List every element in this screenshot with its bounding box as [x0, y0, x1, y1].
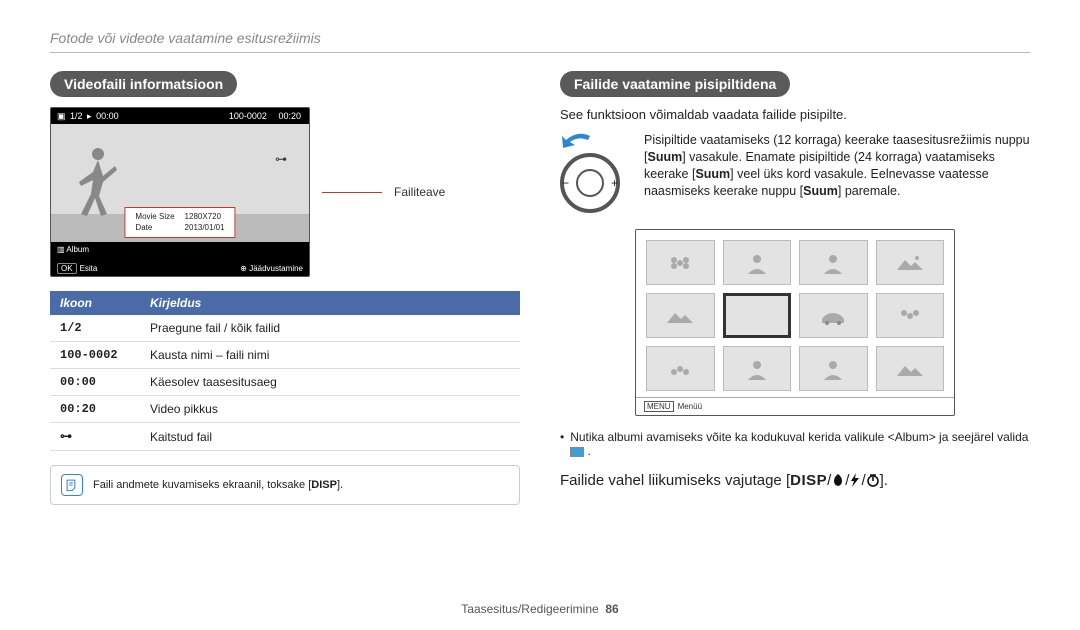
preview-album-label: Album [66, 245, 89, 254]
note-icon [61, 474, 83, 496]
note-box: Faili andmete kuvamiseks ekraanil, toksa… [50, 465, 520, 505]
section-heading-thumbnails: Failide vaatamine pisipiltidena [560, 71, 790, 97]
macro-icon [831, 473, 845, 487]
table-row: 00:20 [50, 396, 140, 423]
landscape-icon [895, 358, 925, 380]
bullet-note: • Nutika albumi avamiseks võite ka koduk… [560, 430, 1030, 458]
menu-button-label: MENU [644, 401, 674, 412]
album-thumbnail-icon [570, 447, 584, 457]
flower-icon [665, 252, 695, 274]
menu-text: Menüü [678, 402, 702, 411]
navigation-instruction: Failide vahel liikumiseks vajutage [DISP… [560, 472, 1030, 489]
thumb-cell [646, 240, 715, 285]
thumb-cell [876, 346, 945, 391]
callout-line [322, 192, 382, 193]
intro-text: See funktsioon võimaldab vaadata failide… [560, 107, 1030, 122]
preview-folderfile: 100-0002 [229, 111, 267, 121]
preview-time-b: 00:20 [278, 111, 301, 121]
video-preview: ▣ 1/2 ▸ 00:00 100-0002 00:20 ⊶ Movie Si [50, 107, 310, 277]
zoom-dial-icon: −+ [560, 153, 620, 213]
preview-capture-label: Jäädvustamine [249, 264, 303, 273]
thumb-cell [646, 293, 715, 338]
person-icon [742, 358, 772, 380]
breadcrumb: Fotode või videote vaatamine esitusrežii… [50, 30, 1030, 46]
preview-ok-button: OK [57, 263, 77, 274]
landscape-icon [665, 305, 695, 327]
table-head-icon: Ikoon [50, 291, 140, 315]
thumb-cell [876, 293, 945, 338]
flower-icon [895, 305, 925, 327]
preview-counter: 1/2 [70, 111, 83, 121]
thumb-cell [799, 240, 868, 285]
landscape-icon [895, 252, 925, 274]
timer-icon [866, 473, 880, 487]
thumb-cell [876, 240, 945, 285]
rotate-left-arrow-icon [560, 132, 595, 152]
person-icon [818, 252, 848, 274]
table-head-desc: Kirjeldus [140, 291, 520, 315]
table-row: 1/2 [50, 315, 140, 342]
thumb-cell [646, 346, 715, 391]
flash-icon [849, 473, 861, 487]
lock-icon: ⊶ [275, 152, 287, 166]
thumb-cell [799, 346, 868, 391]
preview-time-a: 00:00 [96, 111, 119, 121]
note-text: Faili andmete kuvamiseks ekraanil, toksa… [93, 479, 343, 491]
icon-description-table: Ikoon Kirjeldus 1/2Praegune fail / kõik … [50, 291, 520, 451]
page-footer: Taasesitus/Redigeerimine 86 [0, 602, 1080, 616]
person-icon [818, 358, 848, 380]
thumb-cell-selected [723, 293, 792, 338]
dial-instructions: Pisipiltide vaatamiseks (12 korraga) kee… [644, 132, 1030, 200]
divider [50, 52, 1030, 53]
thumb-cell [723, 240, 792, 285]
person-icon [742, 252, 772, 274]
dancer-silhouette-icon [73, 146, 123, 216]
thumb-cell [723, 346, 792, 391]
preview-play-label: Esita [80, 264, 98, 273]
section-heading-video-info: Videofaili informatsioon [50, 71, 237, 97]
callout-label: Failiteave [394, 185, 445, 199]
car-icon [818, 305, 848, 327]
table-row: 100-0002 [50, 342, 140, 369]
flower-icon [665, 358, 695, 380]
thumb-cell [799, 293, 868, 338]
table-row: ⊶ [50, 423, 140, 451]
thumbnail-grid-preview: MENU Menüü [635, 229, 955, 416]
table-row: 00:00 [50, 369, 140, 396]
file-info-box: Movie Size1280X720 Date2013/01/01 [124, 207, 235, 238]
